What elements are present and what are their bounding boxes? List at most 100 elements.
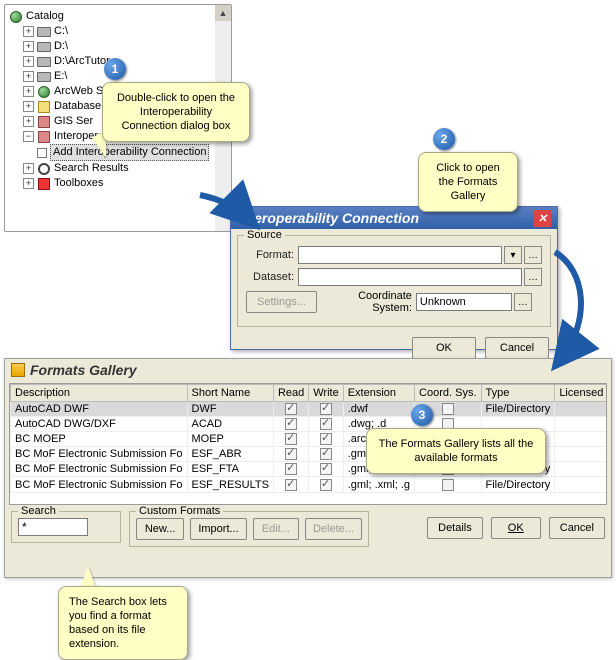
expand-glyph[interactable]: + (23, 163, 34, 174)
disk-icon (37, 56, 51, 68)
col-short-name[interactable]: Short Name (187, 385, 273, 402)
expand-glyph[interactable]: + (23, 71, 34, 82)
tree-item[interactable]: + C:\ (9, 24, 229, 39)
cell-write (309, 462, 343, 477)
cell-short-name: ESF_RESULTS (187, 477, 273, 492)
tree-label: Add Interoperability Connection (50, 144, 209, 161)
tree-root-label: Catalog (26, 9, 64, 24)
step-badge-2: 2 (433, 128, 455, 150)
ok-button[interactable]: OK (412, 337, 476, 359)
format-label: Format: (246, 249, 294, 261)
cancel-button[interactable]: Cancel (549, 517, 605, 539)
tree-label: D:\ (54, 39, 68, 54)
checkbox-icon (285, 448, 297, 460)
catalog-icon (9, 11, 23, 23)
cell-description: BC MoF Electronic Submission Fo (11, 462, 188, 477)
cell-short-name: MOEP (187, 432, 273, 447)
tree-label: E:\ (54, 69, 67, 84)
cell-read (273, 402, 308, 417)
cell-description: BC MoF Electronic Submission Fo (11, 477, 188, 492)
col-extension[interactable]: Extension (343, 385, 414, 402)
custom-formats-label: Custom Formats (136, 505, 223, 517)
col-type[interactable]: Type (481, 385, 555, 402)
tree-root[interactable]: Catalog (9, 9, 229, 24)
close-icon[interactable]: ✕ (534, 210, 551, 227)
expand-glyph[interactable]: + (23, 101, 34, 112)
cell-read (273, 417, 308, 432)
ellipsis-icon: … (518, 297, 528, 308)
tree-item[interactable]: + Search Results (9, 161, 229, 176)
table-row[interactable]: BC MoF Electronic Submission FoESF_RESUL… (11, 477, 608, 492)
callout-search-tail (80, 566, 96, 588)
cell-write (309, 447, 343, 462)
tree-item[interactable]: + D:\ (9, 39, 229, 54)
details-button[interactable]: Details (427, 517, 483, 539)
coord-label: Coordinate System: (317, 290, 412, 314)
cell-write (309, 432, 343, 447)
disk-icon (37, 41, 51, 53)
checkbox-icon (285, 403, 297, 415)
tree-label: Toolboxes (54, 176, 104, 191)
cell-licensed (555, 447, 607, 462)
tree-label: C:\ (54, 24, 68, 39)
checkbox-icon (285, 479, 297, 491)
format-dropdown-button[interactable]: ▾ (504, 246, 522, 264)
coord-browse-button[interactable]: … (514, 293, 532, 311)
edit-button: Edit... (253, 518, 299, 540)
expand-glyph[interactable]: + (23, 26, 34, 37)
checkbox-icon (285, 463, 297, 475)
col-description[interactable]: Description (11, 385, 188, 402)
dataset-label: Dataset: (246, 271, 294, 283)
callout-1: Double-click to open the Interoperabilit… (102, 82, 250, 142)
interop-title: Interoperability Connection (237, 210, 419, 226)
import-button[interactable]: Import... (190, 518, 247, 540)
col-licensed[interactable]: Licensed (555, 385, 607, 402)
tree-item[interactable]: + Toolboxes (9, 176, 229, 191)
new-button[interactable]: New... (136, 518, 184, 540)
formats-gallery-title: Formats Gallery (30, 362, 137, 378)
expand-glyph[interactable]: − (23, 131, 34, 142)
tree-item-add-interop[interactable]: Add Interoperability Connection (9, 144, 229, 161)
disk-icon (37, 71, 51, 83)
ellipsis-icon: … (528, 250, 538, 261)
cell-coord (415, 477, 481, 492)
cell-write (309, 402, 343, 417)
cell-licensed (555, 417, 607, 432)
expand-glyph[interactable]: + (23, 178, 34, 189)
dataset-browse-button[interactable]: … (524, 268, 542, 286)
coord-input[interactable]: Unknown (416, 293, 512, 311)
checkbox-icon (320, 433, 332, 445)
format-browse-button[interactable]: … (524, 246, 542, 264)
ok-button[interactable]: OK (491, 517, 541, 539)
col-write[interactable]: Write (309, 385, 343, 402)
add-interop-icon (37, 148, 47, 158)
checkbox-icon (320, 479, 332, 491)
expand-glyph[interactable]: + (23, 56, 34, 67)
cancel-button[interactable]: Cancel (485, 337, 549, 359)
expand-glyph[interactable]: + (23, 116, 34, 127)
col-read[interactable]: Read (273, 385, 308, 402)
gear-icon (37, 116, 51, 128)
search-group: Search * (11, 511, 121, 543)
chevron-down-icon: ▾ (510, 250, 515, 261)
scroll-up-button[interactable]: ▲ (215, 5, 231, 21)
checkbox-icon (285, 418, 297, 430)
expand-glyph[interactable]: + (23, 41, 34, 52)
table-row[interactable]: AutoCAD DWFDWF.dwfFile/Directory (11, 402, 608, 417)
cell-read (273, 477, 308, 492)
source-group: Source Format: ▾ … Dataset: … Settings..… (237, 235, 551, 327)
search-input[interactable]: * (18, 518, 88, 536)
tree-label: D:\ArcTutor (54, 54, 110, 69)
search-label: Search (18, 505, 59, 517)
tree-label: GIS Ser (54, 114, 93, 129)
dataset-input[interactable] (298, 268, 522, 286)
cell-short-name: ACAD (187, 417, 273, 432)
format-input[interactable] (298, 246, 502, 264)
cell-licensed (555, 477, 607, 492)
tree-label: Search Results (54, 161, 129, 176)
cell-write (309, 417, 343, 432)
col-coord-sys[interactable]: Coord. Sys. (415, 385, 481, 402)
checkbox-icon (442, 403, 454, 415)
expand-glyph[interactable]: + (23, 86, 34, 97)
callout-search: The Search box lets you find a format ba… (58, 586, 188, 660)
